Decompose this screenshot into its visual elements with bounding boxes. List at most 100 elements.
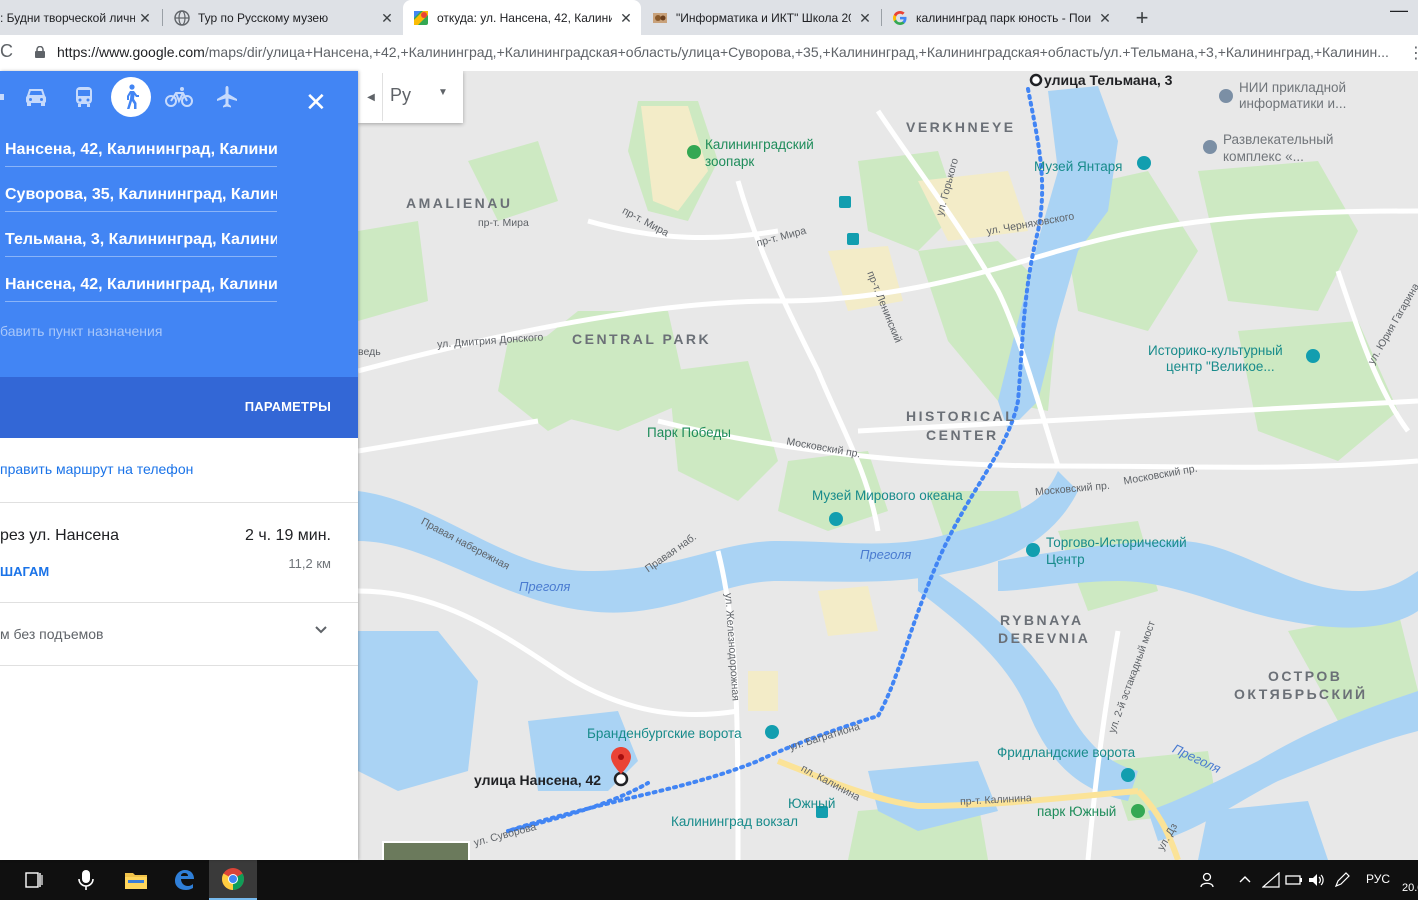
browser-menu-icon[interactable]: ⋮: [1408, 43, 1418, 63]
file-explorer-icon[interactable]: [114, 860, 158, 900]
input-language[interactable]: РУС: [1366, 872, 1390, 886]
route-stop-input[interactable]: Нансена, 42, Калининград, Калининградска…: [5, 136, 277, 167]
transit-stop-icon[interactable]: [839, 196, 851, 208]
poi-label[interactable]: комплекс «...: [1223, 149, 1304, 164]
district-label: ОКТЯБРЬСКИЙ: [1234, 686, 1368, 702]
url-field[interactable]: https://www.google.com/maps/dir/улица+На…: [57, 44, 1402, 60]
divider: [0, 665, 358, 666]
close-tab-icon[interactable]: ✕: [138, 10, 152, 27]
task-view-icon[interactable]: [14, 860, 54, 900]
end-point-label[interactable]: улица Тельмана, 3: [1044, 72, 1172, 88]
send-to-phone-link[interactable]: править маршрут на телефон: [0, 461, 193, 477]
route-stop-input[interactable]: Нансена, 42, Калининград, Калининградска…: [5, 271, 277, 302]
close-directions-icon[interactable]: ✕: [305, 89, 327, 115]
site-icon: [652, 10, 668, 26]
tab-title: Тур по Русскому музею: [198, 10, 329, 25]
options-button[interactable]: ПАРАМЕТРЫ: [245, 399, 331, 414]
friedland-gate-marker-icon[interactable]: [1121, 768, 1135, 782]
amber-museum-marker-icon[interactable]: [1137, 156, 1151, 170]
walking-icon[interactable]: [111, 77, 151, 117]
trade-center-marker-icon[interactable]: [1026, 543, 1040, 557]
poi-label[interactable]: информатики и...: [1239, 96, 1346, 111]
poi-label[interactable]: Бранденбургские ворота: [587, 726, 742, 741]
ocean-museum-marker-icon[interactable]: [829, 512, 843, 526]
poi-label[interactable]: Развлекательный: [1223, 132, 1333, 147]
collapse-panel-icon[interactable]: ◀: [360, 73, 383, 121]
close-tab-icon[interactable]: ✕: [858, 10, 872, 27]
route-terrain-note: м без подъемов: [0, 626, 104, 642]
poi-label[interactable]: Калининград вокзал: [671, 814, 798, 829]
volume-icon[interactable]: [1308, 872, 1326, 891]
step-by-step-link[interactable]: ШАГАМ: [0, 564, 49, 579]
browser-tab[interactable]: калининград парк юность - Пои ✕: [882, 0, 1120, 35]
browser-tab[interactable]: : Будни творческой личн ✕: [0, 0, 160, 35]
address-bar: C https://www.google.com/maps/dir/улица+…: [0, 35, 1418, 72]
south-park-marker-icon[interactable]: [1131, 804, 1145, 818]
chevron-down-icon[interactable]: [313, 622, 329, 638]
pen-icon[interactable]: [1334, 872, 1350, 891]
show-hidden-icons-icon[interactable]: [1238, 872, 1252, 889]
wifi-icon[interactable]: [1261, 871, 1280, 891]
url-host: https://www.google.com: [57, 44, 205, 60]
entertainment-marker-icon[interactable]: [1203, 140, 1217, 154]
poi-label[interactable]: Историко-культурный: [1148, 343, 1283, 358]
route-end-marker[interactable]: [1029, 73, 1043, 87]
zoo-marker-icon[interactable]: [687, 145, 701, 159]
poi-label[interactable]: Музей Мирового океана: [812, 488, 963, 503]
car-icon[interactable]: [16, 77, 56, 117]
velikoe-marker-icon[interactable]: [1306, 349, 1320, 363]
flight-icon[interactable]: [207, 77, 247, 117]
poi-label[interactable]: Южный: [788, 796, 835, 811]
tab-title: откуда: ул. Нансена, 42, Калинин: [437, 10, 612, 25]
poi-label[interactable]: Калининградский: [705, 137, 814, 152]
tab-strip: : Будни творческой личн ✕ Тур по Русском…: [0, 0, 1418, 35]
new-tab-button[interactable]: +: [1130, 5, 1154, 31]
satellite-toggle-thumbnail[interactable]: [382, 841, 470, 860]
map-canvas[interactable]: ◀ Ру ▼ VERKHNEYE AMALIENAU CENTRAL PARK …: [358, 71, 1418, 860]
poi-label[interactable]: НИИ прикладной: [1239, 80, 1346, 95]
poi-label[interactable]: парк Южный: [1037, 804, 1116, 819]
poi-label[interactable]: Торгово-Исторический: [1046, 535, 1187, 550]
map-language-control: ◀ Ру ▼: [358, 71, 463, 123]
poi-label[interactable]: Центр: [1046, 552, 1085, 567]
poi-label[interactable]: Фридландские ворота: [997, 745, 1135, 760]
language-dropdown-icon[interactable]: ▼: [438, 87, 448, 98]
transit-icon[interactable]: [64, 77, 104, 117]
people-icon[interactable]: [1200, 872, 1216, 891]
language-button[interactable]: Ру: [390, 85, 411, 106]
battery-icon[interactable]: [1285, 872, 1303, 891]
chrome-icon[interactable]: [209, 860, 257, 900]
windows-taskbar: РУС 20.0: [0, 860, 1418, 900]
poi-label[interactable]: Парк Победы: [647, 425, 731, 440]
transit-stop-icon[interactable]: [847, 233, 859, 245]
browser-tab[interactable]: Тур по Русскому музею ✕: [164, 0, 402, 35]
poi-label[interactable]: зоопарк: [705, 154, 754, 169]
poi-label[interactable]: центр "Великое...: [1166, 359, 1275, 374]
lock-icon[interactable]: [35, 45, 45, 58]
route-via-label[interactable]: рез ул. Нансена: [0, 527, 119, 545]
close-tab-icon[interactable]: ✕: [380, 10, 394, 27]
travel-mode-selector: ✕: [0, 77, 358, 117]
tab-separator: [162, 9, 163, 26]
browser-tab[interactable]: "Информатика и ИКТ" Школа 20 ✕: [642, 0, 880, 35]
edge-icon[interactable]: [162, 860, 206, 900]
url-path: /maps/dir/улица+Нансена,+42,+Калининград…: [204, 44, 1389, 60]
divider: [0, 502, 358, 503]
start-point-label[interactable]: улица Нансена, 42: [474, 772, 601, 788]
microphone-icon[interactable]: [64, 860, 108, 900]
close-tab-icon[interactable]: ✕: [1098, 10, 1112, 27]
reload-icon[interactable]: C: [0, 41, 13, 62]
brandenburg-gate-marker-icon[interactable]: [765, 725, 779, 739]
add-destination-button[interactable]: бавить пункт назначения: [0, 323, 162, 339]
minimize-button[interactable]: —: [1390, 0, 1408, 21]
clock[interactable]: 20.0: [1402, 882, 1418, 894]
bicycle-icon[interactable]: [159, 77, 199, 117]
nii-marker-icon[interactable]: [1219, 89, 1233, 103]
route-stop-input[interactable]: Суворова, 35, Калининград, Калининградск…: [5, 181, 277, 212]
route-start-marker[interactable]: [613, 771, 629, 787]
directions-header: ✕ Нансена, 42, Калининград, Калининградс…: [0, 71, 358, 377]
poi-label[interactable]: Музей Янтаря: [1034, 159, 1122, 174]
route-stop-input[interactable]: Тельмана, 3, Калининград, Калининградска…: [5, 226, 277, 257]
close-tab-icon[interactable]: ✕: [619, 10, 633, 27]
browser-tab-active[interactable]: откуда: ул. Нансена, 42, Калинин ✕: [403, 0, 641, 35]
